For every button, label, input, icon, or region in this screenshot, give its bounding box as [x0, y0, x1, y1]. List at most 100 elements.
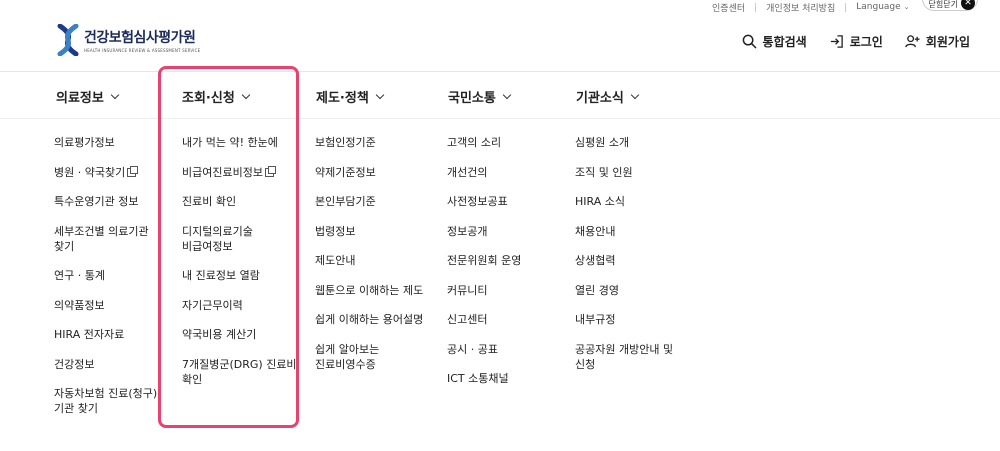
new-window-icon: [127, 165, 139, 177]
menu-item[interactable]: 의료평가정보: [54, 135, 157, 150]
chevron-down-icon: ⌄: [903, 3, 910, 11]
header-actions: 통합검색 로그인 회원가입: [742, 33, 970, 50]
menu-item[interactable]: 제도안내: [315, 253, 423, 268]
menu-item-label: 제도안내: [315, 254, 356, 267]
login-button[interactable]: 로그인: [829, 33, 883, 50]
menu-item-label: ICT 소통채널: [447, 372, 509, 385]
nav-label: 국민소통: [448, 91, 496, 106]
utility-bar: 인증센터 개인정보 처리방침 Language ⌄ 닫힘닫기 ✕: [712, 0, 978, 14]
site-logo[interactable]: 건강보험심사평가원 HEALTH INSURANCE REVIEW & ASSE…: [56, 24, 200, 56]
divider: [755, 2, 757, 12]
menu-close-button[interactable]: 닫힘닫기 ✕: [921, 0, 978, 11]
menu-item-label: HIRA 전자자료: [54, 328, 125, 341]
menu-item[interactable]: 공시 · 공표: [447, 342, 521, 357]
logo-emblem-icon: [57, 24, 79, 56]
menu-item[interactable]: 쉽게 이해하는 용어설명: [315, 312, 423, 327]
cert-center-link[interactable]: 인증센터: [712, 1, 745, 14]
menu-item-label: 약제기준정보: [315, 165, 376, 179]
menu-item-label: 찾기: [54, 239, 75, 253]
nav-medical-info[interactable]: 의료정보: [56, 87, 120, 106]
menu-item-label: 정보공개: [447, 224, 488, 238]
nav-agency-news[interactable]: 기관소식: [576, 87, 640, 106]
login-icon: [830, 35, 843, 48]
add-user-icon: [905, 35, 920, 48]
nav-label: 의료정보: [56, 91, 104, 106]
menu-item-label: HIRA 소식: [575, 195, 625, 208]
search-icon: [742, 34, 756, 49]
menu-item[interactable]: 채용안내: [575, 224, 673, 239]
menu-item[interactable]: 열린 경영: [575, 283, 673, 298]
menu-item-label: 신청: [575, 357, 596, 371]
language-select[interactable]: Language ⌄: [856, 2, 909, 12]
signup-button[interactable]: 회원가입: [905, 33, 970, 50]
menu-item-label: 개선건의: [447, 165, 488, 179]
submenu-system-policy: 보험인정기준 약제기준정보 본인부담기준 법령정보 제도안내 웹툰으로 이해하는…: [315, 135, 423, 386]
login-label: 로그인: [849, 35, 883, 49]
menu-item-label: 기관 찾기: [54, 402, 98, 415]
nav-divider: [0, 118, 1000, 119]
highlight-box: [158, 66, 299, 428]
integrated-search-button[interactable]: 통합검색: [742, 33, 807, 50]
nav-label: 기관소식: [576, 91, 624, 106]
menu-item[interactable]: 약제기준정보: [315, 165, 423, 180]
menu-item[interactable]: 건강정보: [54, 357, 157, 372]
menu-item-label: 웹툰으로 이해하는 제도: [315, 283, 424, 297]
menu-item[interactable]: 커뮤니티: [447, 283, 521, 298]
menu-item[interactable]: 의약품정보: [54, 298, 157, 313]
nav-label: 제도·정책: [316, 91, 369, 106]
menu-item-label: 심평원 소개: [575, 136, 630, 149]
menu-item[interactable]: 보험인정기준: [315, 135, 423, 150]
submenu-public-communication: 고객의 소리 개선건의 사전정보공표 정보공개 전문위원회 운영 커뮤니티 신고…: [447, 135, 521, 401]
signup-label: 회원가입: [925, 35, 970, 49]
nav-public-communication[interactable]: 국민소통: [448, 87, 512, 106]
menu-item-label: 의약품정보: [54, 298, 105, 312]
menu-item[interactable]: 상생협력: [575, 253, 673, 268]
logo-title: 건강보험심사평가원: [84, 30, 196, 46]
menu-item[interactable]: 본인부담기준: [315, 194, 423, 209]
menu-item[interactable]: ICT 소통채널: [447, 371, 521, 386]
menu-item[interactable]: 고객의 소리: [447, 135, 521, 150]
divider: [845, 2, 847, 12]
menu-item-label: 공시 · 공표: [447, 342, 498, 356]
menu-item[interactable]: 조직 및 인원: [575, 165, 673, 180]
menu-item[interactable]: 정보공개: [447, 224, 521, 239]
menu-item[interactable]: HIRA 전자자료: [54, 327, 157, 342]
menu-item[interactable]: 연구 · 통계: [54, 268, 157, 283]
menu-item[interactable]: 개선건의: [447, 165, 521, 180]
nav-system-policy[interactable]: 제도·정책: [316, 87, 385, 106]
menu-item[interactable]: 세부조건별 의료기관 찾기: [54, 224, 157, 254]
menu-item[interactable]: 전문위원회 운영: [447, 253, 521, 268]
menu-item[interactable]: 내부규정: [575, 312, 673, 327]
menu-item[interactable]: HIRA 소식: [575, 194, 673, 209]
menu-item[interactable]: 사전정보공표: [447, 194, 521, 209]
menu-item-label: 연구 · 통계: [54, 269, 105, 282]
menu-item[interactable]: 웹툰으로 이해하는 제도: [315, 283, 423, 298]
menu-item[interactable]: 법령정보: [315, 224, 423, 239]
menu-item-label: 의료평가정보: [54, 136, 115, 149]
menu-item[interactable]: 특수운영기관 정보: [54, 194, 157, 209]
chevron-down-icon: [110, 90, 120, 99]
menu-item[interactable]: 병원 · 약국찾기: [54, 165, 157, 180]
submenu-medical-info: 의료평가정보 병원 · 약국찾기 특수운영기관 정보 세부조건별 의료기관 찾기…: [54, 135, 157, 431]
menu-item-label: 공공자원 개방안내 및: [575, 342, 674, 356]
close-icon: ✕: [961, 0, 975, 10]
menu-item-label: 건강정보: [54, 357, 95, 371]
menu-item-label: 커뮤니티: [447, 283, 488, 297]
menu-item-label: 법령정보: [315, 224, 356, 238]
menu-item[interactable]: 공공자원 개방안내 및 신청: [575, 342, 673, 372]
menu-item-label: 본인부담기준: [315, 195, 376, 208]
menu-item-label: 상생협력: [575, 254, 616, 267]
header-divider: [0, 71, 1000, 72]
menu-item-label: 쉽게 알아보는: [315, 342, 380, 356]
logo-subtitle: HEALTH INSURANCE REVIEW & ASSESSMENT SER…: [84, 48, 201, 53]
privacy-policy-link[interactable]: 개인정보 처리방침: [766, 1, 835, 14]
menu-item-label: 고객의 소리: [447, 136, 502, 149]
menu-item-label: 보험인정기준: [315, 136, 376, 149]
menu-item-label: 신고센터: [447, 313, 488, 326]
menu-item[interactable]: 쉽게 알아보는 진료비영수증: [315, 342, 423, 372]
menu-item[interactable]: 자동차보험 진료(청구) 기관 찾기: [54, 386, 157, 416]
menu-item[interactable]: 심평원 소개: [575, 135, 673, 150]
menu-item[interactable]: 신고센터: [447, 312, 521, 327]
menu-item-label: 채용안내: [575, 224, 616, 238]
menu-item-label: 전문위원회 운영: [447, 254, 522, 267]
